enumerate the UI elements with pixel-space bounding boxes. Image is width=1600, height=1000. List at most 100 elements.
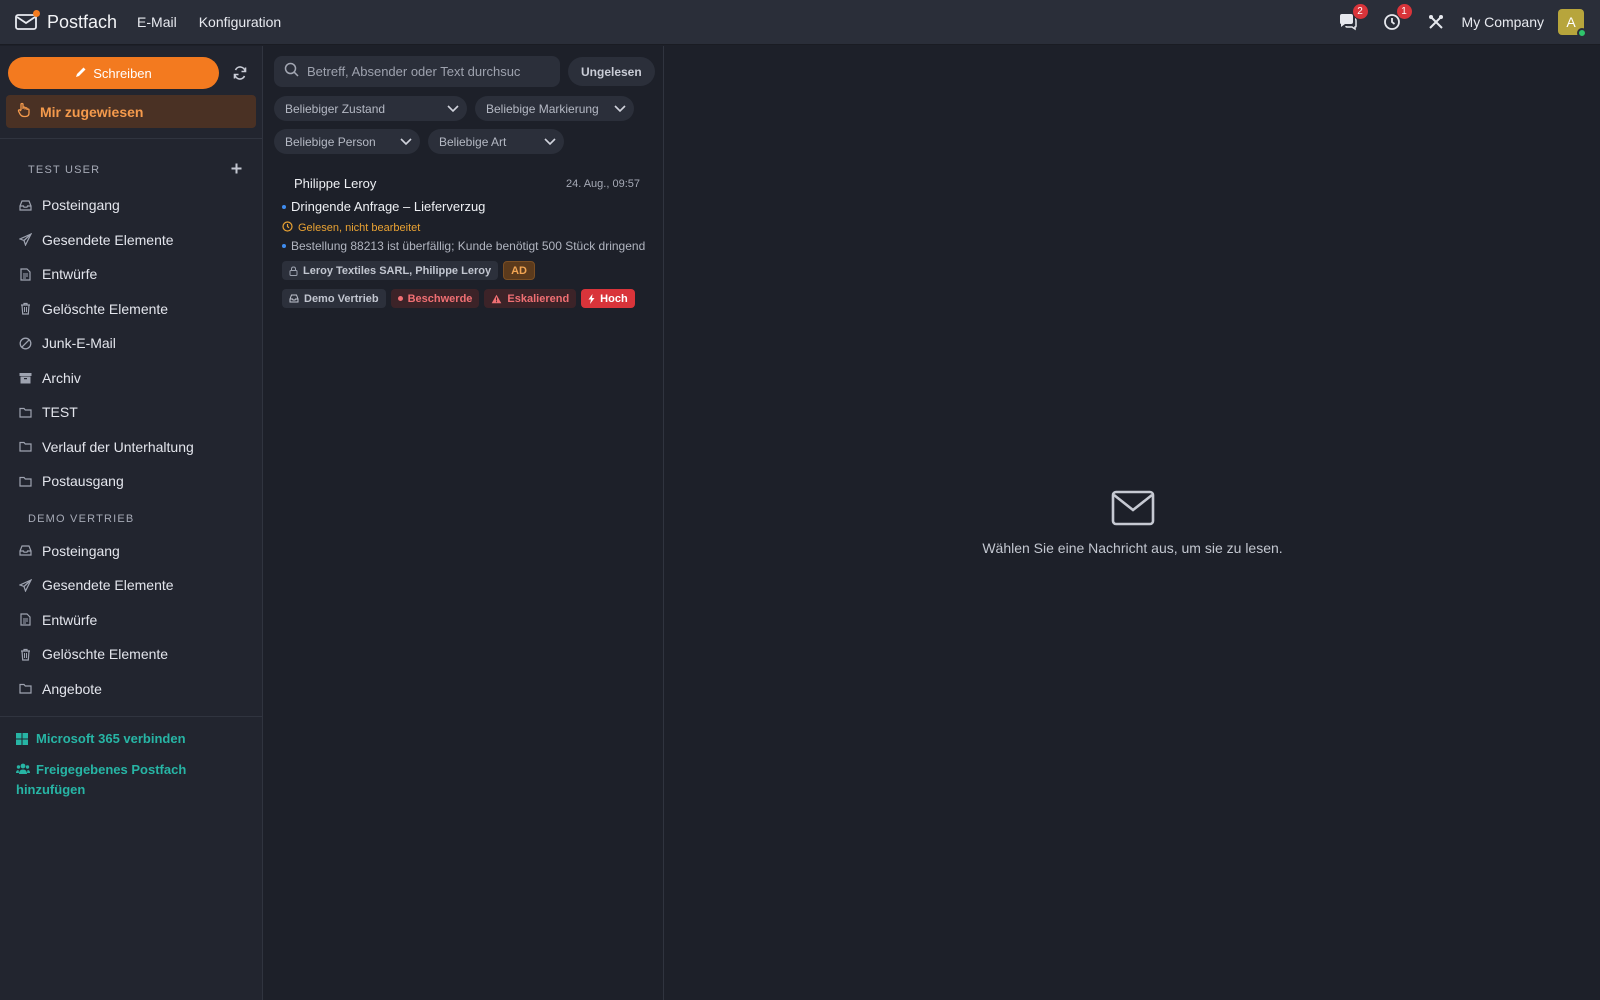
add-folder-icon[interactable] — [231, 161, 242, 179]
sidebar-folder-item[interactable]: Gelöschte Elemente — [0, 292, 262, 327]
windows-icon — [16, 731, 30, 750]
sidebar-divider — [0, 716, 262, 717]
person-filter[interactable]: Beliebige Person — [274, 129, 420, 154]
mail-icon — [15, 10, 40, 31]
sidebar-folder-item[interactable]: Archiv — [0, 361, 262, 396]
chevron-down-icon — [447, 102, 459, 116]
folder-icon — [18, 405, 32, 419]
reading-pane: Wählen Sie eine Nachricht aus, um sie zu… — [665, 46, 1600, 1000]
inbox-icon — [18, 544, 32, 558]
chat-badge: 2 — [1352, 4, 1368, 19]
timer-icon[interactable]: 1 — [1380, 4, 1412, 34]
empty-state-text: Wählen Sie eine Nachricht aus, um sie zu… — [982, 540, 1283, 556]
unread-dot — [282, 204, 286, 209]
sidebar-folder-item[interactable]: Verlauf der Unterhaltung — [0, 430, 262, 465]
message-subject: Dringende Anfrage – Lieferverzug — [291, 199, 486, 214]
sidebar-folder-item[interactable]: Gesendete Elemente — [0, 223, 262, 258]
sidebar-folder-label: Entwürfe — [42, 266, 98, 283]
marking-filter[interactable]: Beliebige Markierung — [475, 96, 634, 121]
assigned-to-me[interactable]: Mir zugewiesen — [6, 95, 256, 128]
sidebar-folder-item[interactable]: Posteingang — [0, 534, 262, 569]
users-icon — [16, 761, 30, 780]
envelope-icon — [665, 490, 1600, 526]
priority-chip[interactable]: Hoch — [581, 289, 635, 308]
compose-row: Schreiben — [8, 57, 262, 89]
sidebar-folder-label: Archiv — [42, 369, 81, 386]
filter-bar: Beliebiger Zustand Beliebige Markierung … — [274, 96, 654, 162]
sidebar-folder-item[interactable]: Posteingang — [0, 188, 262, 223]
message-item[interactable]: Philippe Leroy 24. Aug., 09:57 Dringende… — [282, 176, 654, 308]
sidebar-folder-label: Postausgang — [42, 473, 124, 490]
mailbox-section-title: DEMO VERTRIEB — [28, 512, 135, 525]
sentiment-chip-label: Eskalierend — [507, 292, 570, 305]
sidebar-folder-label: Junk-E-Mail — [42, 335, 116, 352]
archive-icon — [18, 371, 32, 385]
brand-notification-dot — [33, 10, 40, 17]
online-status-dot — [1577, 28, 1587, 38]
assignee-chip[interactable]: AD — [503, 261, 535, 280]
brand[interactable]: Postfach — [15, 10, 117, 33]
unread-filter-button[interactable]: Ungelesen — [568, 57, 655, 86]
chevron-down-icon — [400, 135, 412, 149]
state-filter[interactable]: Beliebiger Zustand — [274, 96, 467, 121]
message-subject-row: Dringende Anfrage – Lieferverzug — [282, 199, 654, 214]
refresh-icon[interactable] — [231, 64, 249, 82]
compose-label: Schreiben — [93, 65, 152, 81]
sidebar-folder-item[interactable]: TEST — [0, 395, 262, 430]
clock-icon — [282, 221, 293, 235]
mailbox-chip[interactable]: Demo Vertrieb — [282, 289, 386, 308]
type-filter[interactable]: Beliebige Art — [428, 129, 564, 154]
search-box[interactable] — [274, 56, 560, 87]
chat-icon[interactable]: 2 — [1336, 4, 1368, 34]
priority-chip-label: Hoch — [600, 292, 628, 305]
chevron-down-icon — [544, 135, 556, 149]
message-header: Philippe Leroy 24. Aug., 09:57 — [282, 176, 654, 191]
folder-list: Posteingang Gesendete Elemente Entwürfe Gel… — [0, 188, 262, 499]
draft-icon — [18, 613, 32, 627]
message-preview-row: Bestellung 88213 ist überfällig; Kunde b… — [282, 239, 650, 253]
compose-button[interactable]: Schreiben — [8, 57, 219, 89]
nav-configuration[interactable]: Konfiguration — [199, 14, 282, 30]
company-name[interactable]: My Company — [1462, 14, 1544, 30]
send-icon — [18, 578, 32, 592]
sidebar-folder-item[interactable]: Entwürfe — [0, 257, 262, 292]
sidebar-folder-item[interactable]: Entwürfe — [0, 603, 262, 638]
connect-ms365-link[interactable]: Microsoft 365 verbinden — [16, 729, 216, 750]
sidebar-folder-item[interactable]: Gelöschte Elemente — [0, 637, 262, 672]
mailbox-sections: TEST USER Posteingang Gesendete Elemente En… — [0, 161, 262, 706]
tools-icon[interactable] — [1424, 10, 1448, 34]
avatar[interactable]: A — [1558, 9, 1587, 38]
sidebar-folder-item[interactable]: Postausgang — [0, 464, 262, 499]
ban-icon — [18, 336, 32, 350]
search-input[interactable] — [307, 64, 547, 79]
sidebar-folder-label: Posteingang — [42, 197, 120, 214]
trash-icon — [18, 647, 32, 661]
nav-email[interactable]: E-Mail — [137, 14, 177, 30]
send-icon — [18, 233, 32, 247]
empty-state: Wählen Sie eine Nachricht aus, um sie zu… — [665, 490, 1600, 556]
sentiment-chip[interactable]: Eskalierend — [484, 289, 577, 308]
contact-chip[interactable]: Leroy Textiles SARL, Philippe Leroy — [282, 261, 499, 280]
sidebar-folder-item[interactable]: Angebote — [0, 672, 262, 707]
tag-chip-complaint[interactable]: Beschwerde — [390, 289, 480, 308]
sidebar-folder-item[interactable]: Gesendete Elemente — [0, 568, 262, 603]
pencil-icon — [75, 66, 87, 81]
sidebar-folder-label: Verlauf der Unterhaltung — [42, 438, 194, 455]
inbox-icon — [18, 198, 32, 212]
add-shared-mailbox-label: Freigegebenes Postfach hinzufügen — [16, 759, 216, 799]
sidebar-folder-item[interactable]: Junk-E-Mail — [0, 326, 262, 361]
tag-chip-complaint-label: Beschwerde — [407, 292, 473, 305]
lock-icon — [289, 265, 298, 276]
mailbox-section-title: TEST USER — [28, 164, 101, 176]
unread-dot — [282, 244, 286, 248]
type-filter-label: Beliebige Art — [439, 134, 507, 149]
add-shared-mailbox-link[interactable]: Freigegebenes Postfach hinzufügen — [16, 759, 216, 799]
sidebar-folder-label: Gesendete Elemente — [42, 577, 174, 594]
draft-icon — [18, 267, 32, 281]
folder-icon — [18, 682, 32, 696]
warning-icon — [491, 294, 502, 304]
mailbox-chip-label: Demo Vertrieb — [304, 292, 379, 305]
message-status: Gelesen, nicht bearbeitet — [282, 221, 654, 235]
dot-icon — [397, 296, 403, 301]
sidebar-folder-label: TEST — [42, 404, 78, 421]
